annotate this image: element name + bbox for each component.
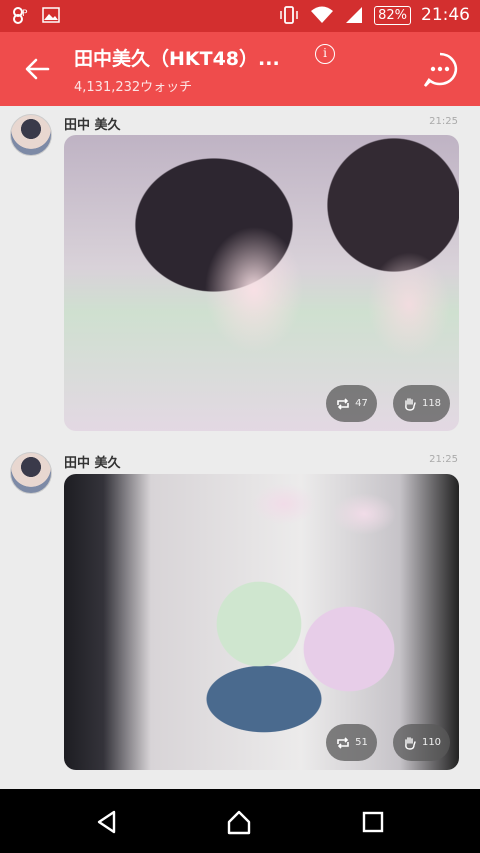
post-time: 21:25 bbox=[429, 454, 458, 465]
clock: 21:46 bbox=[421, 5, 470, 25]
clap-button[interactable]: 110 bbox=[393, 724, 450, 761]
avatar[interactable] bbox=[10, 452, 52, 494]
back-arrow-icon[interactable] bbox=[22, 54, 52, 84]
clap-hand-icon bbox=[405, 397, 416, 411]
signal-icon bbox=[346, 7, 363, 23]
app-notification-icon: P bbox=[13, 7, 28, 24]
retweet-icon bbox=[337, 736, 349, 749]
app-bar: 田中美久（HKT48）... i 4,131,232ウォッチ bbox=[0, 32, 480, 106]
retweet-count: 51 bbox=[355, 737, 368, 748]
retweet-icon bbox=[337, 397, 349, 410]
author-name: 田中 美久 bbox=[64, 456, 121, 471]
clap-count: 110 bbox=[421, 737, 442, 748]
retweet-button[interactable]: 51 bbox=[326, 724, 377, 761]
status-bar: P 82% 21:46 bbox=[0, 0, 480, 32]
svg-text:P: P bbox=[22, 9, 28, 19]
vibrate-icon bbox=[280, 6, 298, 24]
avatar[interactable] bbox=[10, 114, 52, 156]
post-time: 21:25 bbox=[429, 116, 458, 127]
post-photo[interactable]: 47 118 bbox=[64, 135, 459, 431]
author-name: 田中 美久 bbox=[64, 118, 121, 133]
wifi-icon bbox=[311, 6, 334, 23]
system-navigation-bar bbox=[0, 789, 480, 853]
retweet-button[interactable]: 47 bbox=[326, 385, 377, 422]
watch-count: 4,131,232ウォッチ bbox=[74, 80, 193, 95]
battery-level: 82% bbox=[374, 5, 411, 25]
recents-square-icon[interactable] bbox=[360, 809, 386, 835]
info-icon[interactable]: i bbox=[315, 44, 335, 64]
post-photo[interactable]: 51 110 bbox=[64, 474, 459, 770]
timeline-feed[interactable]: 田中 美久 21:25 47 118 田中 美久 21:25 51 110 bbox=[0, 106, 480, 789]
retweet-count: 47 bbox=[355, 398, 368, 409]
home-icon[interactable] bbox=[226, 809, 252, 835]
clap-hand-icon bbox=[405, 736, 416, 750]
page-title: 田中美久（HKT48）... bbox=[74, 48, 280, 70]
comment-bubble-icon[interactable] bbox=[420, 50, 460, 90]
image-notification-icon bbox=[42, 7, 60, 23]
back-triangle-icon[interactable] bbox=[94, 809, 120, 835]
clap-button[interactable]: 118 bbox=[393, 385, 450, 422]
clap-count: 118 bbox=[421, 398, 442, 409]
